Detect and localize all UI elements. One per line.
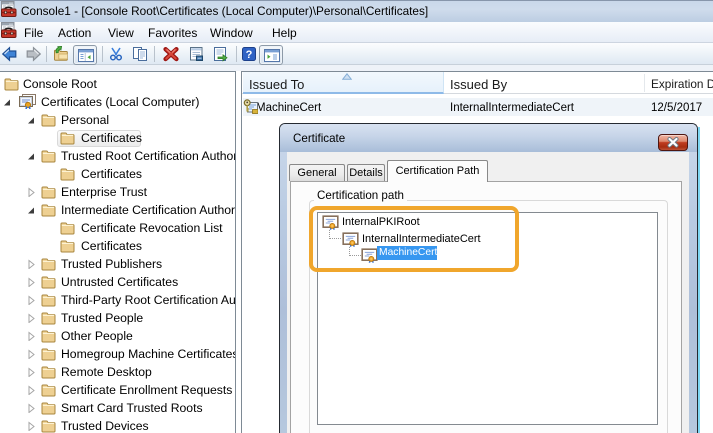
svg-text:?: ? <box>246 49 253 61</box>
